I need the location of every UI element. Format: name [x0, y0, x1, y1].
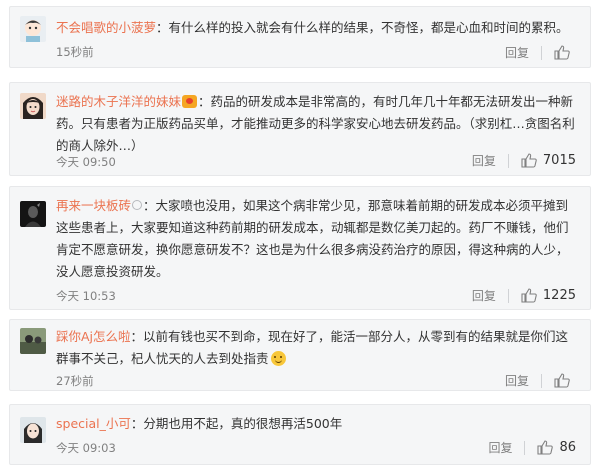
timestamp: 27秒前 [56, 374, 94, 388]
smile-emoji-icon [270, 351, 286, 366]
avatar[interactable] [20, 93, 46, 119]
divider [524, 440, 526, 455]
like-button[interactable]: 86 [537, 440, 576, 455]
timestamp: 15秒前 [56, 45, 94, 59]
comment-text: 不会唱歌的小菠萝：有什么样的投入就会有什么样的结果，不奇怪，都是心血和时间的累积… [56, 17, 576, 39]
comment-actions: 回复 86 [488, 439, 576, 456]
divider [507, 153, 509, 168]
thumbs-up-icon [521, 288, 537, 303]
reply-button[interactable]: 回复 [472, 287, 496, 304]
comment-text: 再来一块板砖 ：大家喷也没用，如果这个病非常少见，那意味着前期的研发成本必须平摊到… [56, 195, 576, 283]
avatar[interactable] [20, 16, 46, 42]
thumbs-up-icon [554, 373, 570, 388]
username-link[interactable]: 踩你Aj怎么啦 [56, 329, 131, 344]
comment-actions: 回复 [505, 44, 576, 61]
like-button[interactable] [554, 45, 576, 60]
comment-text: special_小可：分期也用不起，真的很想再活500年 [56, 413, 576, 435]
username-link[interactable]: special_小可 [56, 416, 131, 431]
comment-card: 再来一块板砖 ：大家喷也没用，如果这个病非常少见，那意味着前期的研发成本必须平摊到… [9, 186, 591, 310]
comment-body: ：分期也用不起，真的很想再活500年 [130, 416, 343, 431]
reply-button[interactable]: 回复 [472, 152, 496, 169]
comment-list: 不会唱歌的小菠萝：有什么样的投入就会有什么样的结果，不奇怪，都是心血和时间的累积… [0, 0, 600, 472]
comment-card: 迷路的木子洋洋的妹妹 ：药品的研发成本是非常高的，有时几年几十年都无法研发出一种新… [9, 82, 591, 176]
reply-button[interactable]: 回复 [488, 439, 512, 456]
timestamp: 今天 09:50 [56, 155, 116, 169]
like-button[interactable]: 1225 [521, 288, 576, 303]
comment-body: ：大家喷也没用，如果这个病非常少见，那意味着前期的研发成本必须平摊到这些患者上，… [56, 198, 569, 279]
thumbs-up-icon [554, 45, 570, 60]
comment-card: 不会唱歌的小菠萝：有什么样的投入就会有什么样的结果，不奇怪，都是心血和时间的累积… [9, 6, 591, 68]
like-count: 7015 [542, 153, 576, 168]
thumbs-up-icon [521, 153, 537, 168]
comment-body: ：以前有钱也买不到命，现在好了，能活一部分人，从零到有的结果就是你们这群事不关己… [56, 329, 569, 366]
comment-card: 踩你Aj怎么啦：以前有钱也买不到命，现在好了，能活一部分人，从零到有的结果就是你… [9, 319, 591, 391]
comment-text: 迷路的木子洋洋的妹妹 ：药品的研发成本是非常高的，有时几年几十年都无法研发出一种新… [56, 91, 576, 157]
timestamp: 今天 10:53 [56, 289, 116, 303]
like-count: 1225 [542, 288, 576, 303]
avatar[interactable] [20, 417, 46, 443]
divider [507, 288, 509, 303]
comment-card: special_小可：分期也用不起，真的很想再活500年 今天 09:03 回复… [9, 404, 591, 465]
comment-body: ：有什么样的投入就会有什么样的结果，不奇怪，都是心血和时间的累积。 [156, 20, 569, 35]
username-link[interactable]: 不会唱歌的小菠萝 [56, 20, 156, 35]
avatar[interactable] [20, 328, 46, 354]
member-icon [132, 200, 143, 210]
username-link[interactable]: 迷路的木子洋洋的妹妹 [56, 94, 181, 109]
vip-badge-icon [182, 95, 198, 108]
comment-actions: 回复 1225 [472, 287, 576, 304]
divider [541, 45, 542, 60]
like-button[interactable]: 7015 [521, 153, 576, 168]
timestamp: 今天 09:03 [56, 441, 116, 455]
divider [541, 373, 542, 388]
username-link[interactable]: 再来一块板砖 [56, 198, 131, 213]
like-button[interactable] [554, 373, 576, 388]
thumbs-up-icon [537, 440, 554, 455]
comment-text: 踩你Aj怎么啦：以前有钱也买不到命，现在好了，能活一部分人，从零到有的结果就是你… [56, 326, 576, 370]
reply-button[interactable]: 回复 [505, 372, 529, 389]
comment-actions: 回复 [505, 372, 576, 389]
avatar[interactable] [20, 201, 46, 227]
like-count: 86 [559, 440, 576, 455]
reply-button[interactable]: 回复 [505, 44, 529, 61]
comment-actions: 回复 7015 [472, 152, 576, 169]
